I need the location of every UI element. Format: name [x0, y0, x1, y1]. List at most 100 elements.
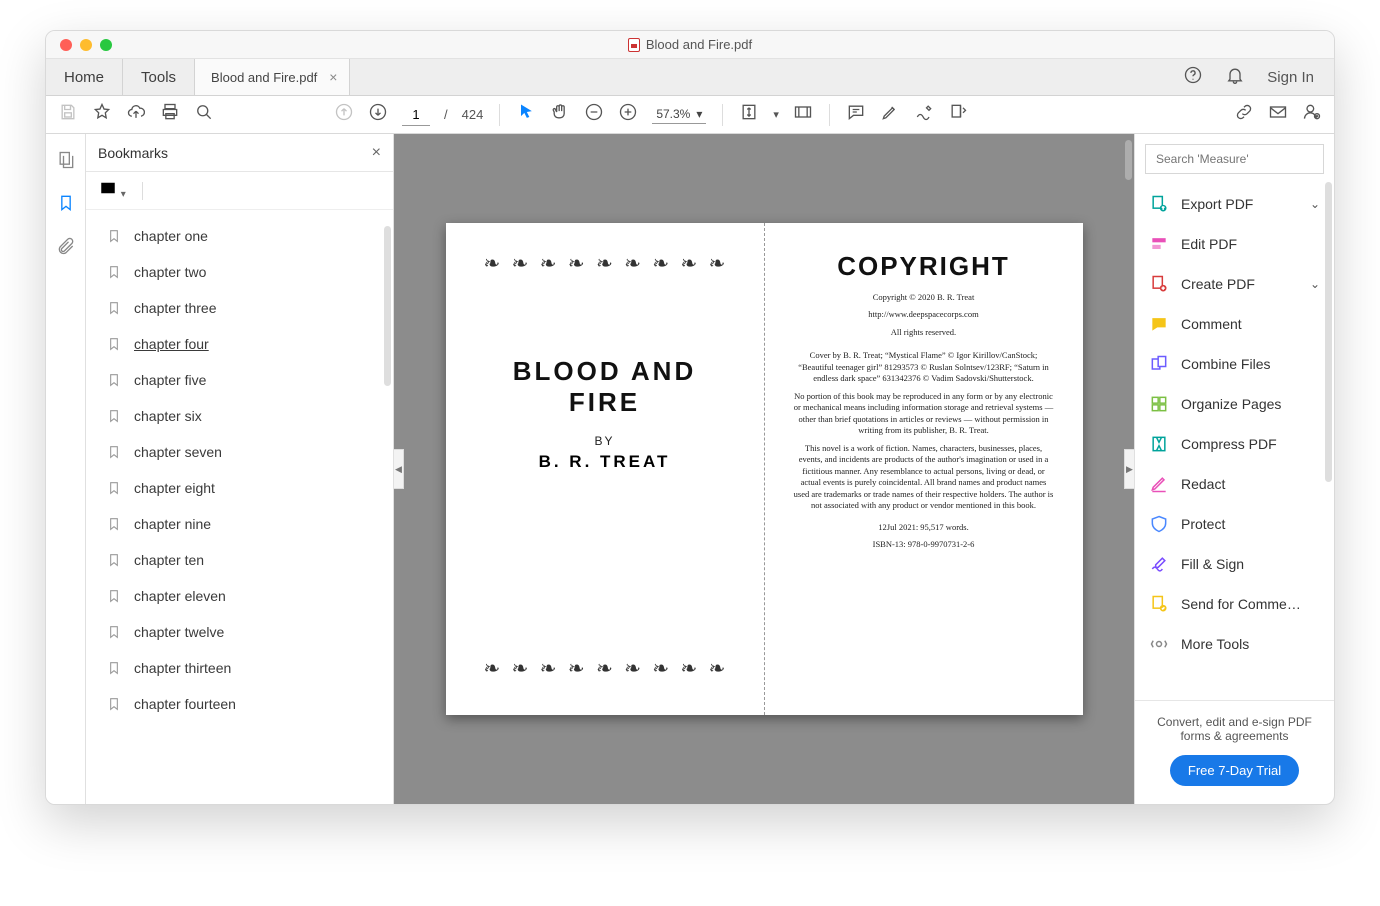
bookmark-item[interactable]: chapter four — [86, 326, 393, 362]
tool-icon — [1149, 354, 1169, 374]
thumbnails-panel-icon[interactable] — [56, 150, 76, 175]
bookmark-label: chapter ten — [134, 552, 204, 568]
save-icon[interactable] — [58, 102, 78, 127]
tool-item[interactable]: Send for Comme… — [1135, 584, 1334, 624]
highlight-icon[interactable] — [880, 102, 900, 127]
tool-item[interactable]: Export PDF⌄ — [1135, 184, 1334, 224]
bookmarks-title: Bookmarks — [98, 145, 168, 161]
print-icon[interactable] — [160, 102, 180, 127]
zoom-level-dropdown[interactable]: 57.3%▾ — [652, 105, 706, 124]
cloud-upload-icon[interactable] — [126, 102, 146, 127]
tools-search-input[interactable] — [1145, 144, 1324, 174]
bookmark-item[interactable]: chapter thirteen — [86, 650, 393, 686]
tool-item[interactable]: Protect — [1135, 504, 1334, 544]
zoom-out-icon[interactable] — [584, 102, 604, 127]
chevron-down-icon: ⌄ — [1310, 277, 1320, 291]
fit-page-icon[interactable] — [739, 102, 759, 127]
hand-tool-icon[interactable] — [550, 102, 570, 127]
share-link-icon[interactable] — [1234, 102, 1254, 127]
tab-tools[interactable]: Tools — [123, 59, 195, 95]
email-icon[interactable] — [1268, 102, 1288, 127]
read-mode-icon[interactable] — [793, 102, 813, 127]
tool-label: More Tools — [1181, 636, 1249, 652]
bookmark-item[interactable]: chapter two — [86, 254, 393, 290]
bookmark-item[interactable]: chapter twelve — [86, 614, 393, 650]
bookmark-item[interactable]: chapter six — [86, 398, 393, 434]
tool-item[interactable]: Compress PDF — [1135, 424, 1334, 464]
bookmark-item[interactable]: chapter eleven — [86, 578, 393, 614]
erase-icon[interactable] — [948, 102, 968, 127]
window-title: Blood and Fire.pdf — [46, 37, 1334, 52]
help-icon[interactable] — [1183, 65, 1203, 89]
tool-item[interactable]: More Tools — [1135, 624, 1334, 664]
tool-label: Send for Comme… — [1181, 596, 1301, 612]
tab-home[interactable]: Home — [46, 59, 123, 95]
tool-item[interactable]: Fill & Sign — [1135, 544, 1334, 584]
page-number-input[interactable] — [402, 104, 430, 126]
document-area[interactable]: ◀ ❧❧❧❧❧❧❧❧❧ BLOOD AND FIRE BY B. R. TREA… — [394, 134, 1134, 804]
copyright-body: Copyright © 2020 B. R. Treat http://www.… — [793, 292, 1055, 550]
star-icon[interactable] — [92, 102, 112, 127]
titlebar: Blood and Fire.pdf — [46, 31, 1334, 59]
collapse-left-handle[interactable]: ◀ — [394, 449, 404, 489]
attachments-panel-icon[interactable] — [56, 236, 76, 261]
tool-icon — [1149, 234, 1169, 254]
add-person-icon[interactable] — [1302, 102, 1322, 127]
page-left: ❧❧❧❧❧❧❧❧❧ BLOOD AND FIRE BY B. R. TREAT … — [446, 223, 764, 715]
bookmark-label: chapter two — [134, 264, 206, 280]
tool-label: Redact — [1181, 476, 1225, 492]
collapse-right-handle[interactable]: ▶ — [1124, 449, 1134, 489]
tool-icon — [1149, 194, 1169, 214]
document-scrollbar[interactable] — [1125, 140, 1132, 180]
cp-line: Cover by B. R. Treat; “Mystical Flame” ©… — [793, 350, 1055, 384]
tool-label: Compress PDF — [1181, 436, 1277, 452]
page-down-icon[interactable] — [368, 102, 388, 127]
bookmark-label: chapter fourteen — [134, 696, 236, 712]
bookmark-item[interactable]: chapter three — [86, 290, 393, 326]
bookmarks-panel-icon[interactable] — [56, 193, 76, 218]
tool-icon — [1149, 634, 1169, 654]
zoom-in-icon[interactable] — [618, 102, 638, 127]
bookmark-item[interactable]: chapter nine — [86, 506, 393, 542]
zoom-value: 57.3% — [656, 107, 690, 121]
sign-in-link[interactable]: Sign In — [1267, 69, 1314, 86]
tab-document[interactable]: Blood and Fire.pdf × — [195, 59, 350, 95]
draw-icon[interactable] — [914, 102, 934, 127]
sticky-note-icon[interactable] — [846, 102, 866, 127]
bookmark-item[interactable]: chapter seven — [86, 434, 393, 470]
bookmark-item[interactable]: chapter five — [86, 362, 393, 398]
bookmark-item[interactable]: chapter eight — [86, 470, 393, 506]
close-panel-icon[interactable]: × — [372, 144, 381, 162]
tool-item[interactable]: Organize Pages — [1135, 384, 1334, 424]
page-total: 424 — [462, 107, 484, 122]
bookmarks-panel: Bookmarks × ▾ chapter one chapter two chap… — [86, 134, 394, 804]
tools-list: Export PDF⌄Edit PDFCreate PDF⌄CommentCom… — [1135, 184, 1334, 700]
bookmark-item[interactable]: chapter ten — [86, 542, 393, 578]
bookmark-item[interactable]: chapter fourteen — [86, 686, 393, 722]
tool-icon — [1149, 394, 1169, 414]
author-name: B. R. TREAT — [474, 452, 736, 472]
page-up-icon[interactable] — [334, 102, 354, 127]
notifications-icon[interactable] — [1225, 65, 1245, 89]
tool-item[interactable]: Create PDF⌄ — [1135, 264, 1334, 304]
free-trial-button[interactable]: Free 7-Day Trial — [1170, 755, 1299, 786]
tool-icon — [1149, 274, 1169, 294]
bookmarks-scrollbar[interactable] — [384, 226, 391, 386]
tab-bar: Home Tools Blood and Fire.pdf × Sign In — [46, 59, 1334, 96]
bookmark-label: chapter six — [134, 408, 202, 424]
close-tab-icon[interactable]: × — [329, 69, 337, 85]
tool-item[interactable]: Combine Files — [1135, 344, 1334, 384]
tool-item[interactable]: Comment — [1135, 304, 1334, 344]
tools-scrollbar[interactable] — [1325, 182, 1332, 482]
bookmarks-list: chapter onechapter twochapter threechapt… — [86, 210, 393, 804]
tool-icon — [1149, 474, 1169, 494]
tool-label: Organize Pages — [1181, 396, 1281, 412]
promo-line: forms & agreements — [1151, 729, 1318, 743]
tool-item[interactable]: Edit PDF — [1135, 224, 1334, 264]
page-display-chevron-icon[interactable]: ▾ — [773, 108, 779, 121]
selection-tool-icon[interactable] — [516, 102, 536, 127]
bookmark-item[interactable]: chapter one — [86, 218, 393, 254]
bookmark-options-icon[interactable]: ▾ — [98, 179, 126, 202]
tool-item[interactable]: Redact — [1135, 464, 1334, 504]
search-icon[interactable] — [194, 102, 214, 127]
